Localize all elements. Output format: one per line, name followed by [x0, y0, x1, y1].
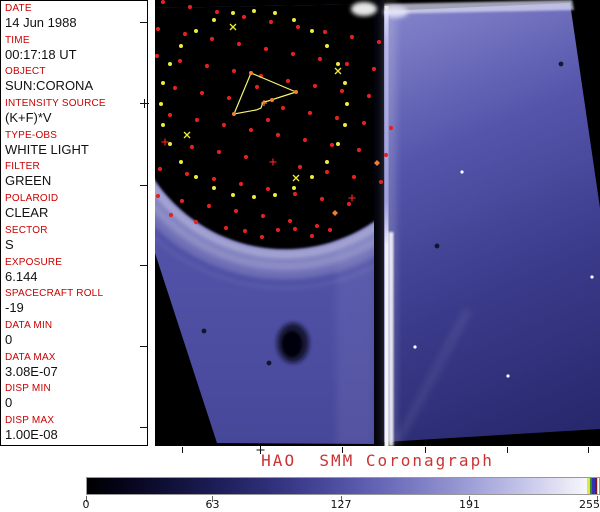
metadata-field: EXPOSURE 6.144: [5, 257, 147, 289]
colorbar-gradient: [86, 477, 600, 495]
metadata-field: DATE 14 Jun 1988: [5, 3, 147, 35]
metadata-label: DISP MIN: [5, 383, 51, 395]
metadata-value: S: [5, 236, 14, 252]
metadata-value: 14 Jun 1988: [5, 15, 77, 30]
metadata-field: SECTOR S: [5, 225, 147, 257]
metadata-label: DATA MIN: [5, 319, 53, 331]
colorbar-tick-label: 0: [82, 498, 90, 511]
metadata-field: INTENSITY SOURCE (K+F)*V: [5, 98, 147, 130]
metadata-label: DISP MAX: [5, 414, 55, 426]
metadata-value: WHITE LIGHT: [5, 141, 89, 157]
metadata-field: DATA MIN 0: [5, 320, 147, 352]
colorbar-tick-label: 63: [205, 498, 220, 511]
metadata-label: SPACECRAFT ROLL: [5, 288, 104, 300]
metadata-value: GREEN: [5, 173, 52, 189]
metadata-label: OBJECT: [5, 66, 46, 78]
image-title: HAO SMM Coronagraph: [261, 451, 494, 470]
metadata-value: 3.08E-07: [5, 363, 58, 379]
colorbar-tick-label: 255: [579, 498, 600, 511]
metadata-field: DATA MAX 3.08E-07: [5, 352, 147, 384]
app-window: DATE 14 Jun 1988 TIME 00:17:18 UT OBJECT SUN:…: [0, 0, 600, 512]
metadata-label: DATA MAX: [5, 351, 56, 363]
metadata-label: TYPE-OBS: [5, 129, 58, 141]
metadata-label: FILTER: [5, 161, 40, 173]
metadata-value: SUN:CORONA: [5, 78, 94, 94]
metadata-value: 6.144: [5, 268, 38, 284]
right-frame-panel: [384, 3, 600, 442]
metadata-field: POLAROID CLEAR: [5, 193, 147, 225]
metadata-value: 00:17:18 UT: [5, 46, 77, 62]
metadata-value: 1.00E-08: [5, 426, 58, 442]
coronagraph-image: [140, 0, 600, 454]
metadata-label: DATE: [5, 3, 32, 14]
metadata-label: INTENSITY SOURCE: [5, 98, 106, 110]
metadata-label: SECTOR: [5, 224, 48, 236]
metadata-value: 0: [5, 395, 13, 411]
metadata-field: TYPE-OBS WHITE LIGHT: [5, 130, 147, 162]
metadata-field: DISP MIN 0: [5, 383, 147, 415]
metadata-label: TIME: [5, 34, 30, 46]
metadata-panel: DATE 14 Jun 1988 TIME 00:17:18 UT OBJECT SUN:…: [0, 0, 148, 446]
metadata-value: CLEAR: [5, 205, 49, 221]
colorbar-tick-label: 191: [458, 498, 480, 511]
metadata-value: -19: [5, 300, 24, 316]
metadata-field: FILTER GREEN: [5, 161, 147, 193]
colorbar-overflow-stripe: [597, 478, 598, 494]
metadata-field: DISP MAX 1.00E-08: [5, 414, 147, 445]
metadata-value: (K+F)*V: [5, 110, 52, 126]
frame-seam-gap: [374, 0, 384, 446]
metadata-value: 0: [5, 331, 13, 347]
metadata-label: EXPOSURE: [5, 256, 63, 268]
metadata-field: SPACECRAFT ROLL -19: [5, 288, 147, 320]
bright-streak: [384, 6, 389, 446]
metadata-label: POLAROID: [5, 193, 59, 205]
metadata-field: OBJECT SUN:CORONA: [5, 66, 147, 98]
metadata-field: TIME 00:17:18 UT: [5, 35, 147, 67]
colorbar-tick-label: 127: [330, 498, 352, 511]
